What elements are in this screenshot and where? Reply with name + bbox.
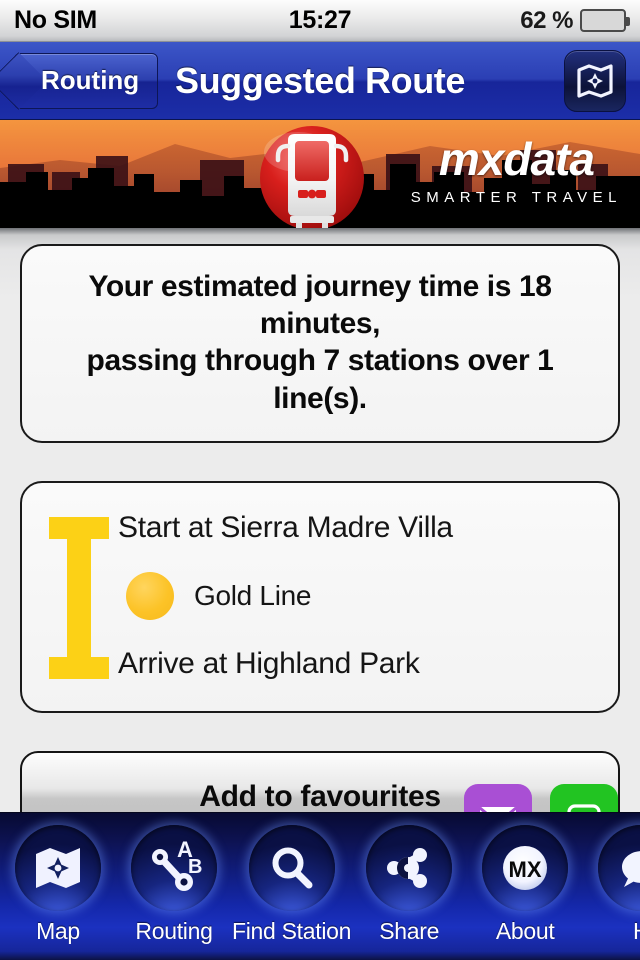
brand-banner: mxdata SMARTER TRAVEL (0, 120, 640, 228)
tab-share-icon-wrap (366, 825, 453, 911)
journey-summary-card: Your estimated journey time is 18 minute… (20, 244, 620, 443)
tab-help[interactable]: H (583, 813, 640, 945)
map-compass-icon (36, 848, 80, 888)
route-line-bar (49, 516, 109, 679)
tab-about-icon-wrap: MX (482, 825, 569, 911)
map-compass-icon (577, 63, 613, 98)
tram-front-icon (260, 126, 364, 228)
tab-map-icon-wrap (15, 825, 101, 911)
envelope-icon (479, 806, 517, 812)
tab-about-label: About (495, 918, 555, 944)
route-steps: Start at Sierra Madre Villa Gold Line Ar… (118, 509, 600, 685)
tab-share-label: Share (379, 918, 440, 944)
content-area: Your estimated journey time is 18 minute… (0, 228, 640, 812)
route-arrive-step: Arrive at Highland Park (118, 646, 420, 680)
mx-logo-icon: MX (503, 846, 548, 890)
svg-text:B: B (188, 856, 202, 878)
tab-about[interactable]: MX About (467, 813, 583, 945)
tab-help-icon-wrap (598, 825, 640, 911)
route-bar-column (40, 509, 118, 685)
message-icon (567, 804, 601, 812)
battery-indicator: 62 % (520, 6, 630, 35)
tab-find-station-icon-wrap (248, 825, 335, 911)
line-color-dot (126, 571, 174, 620)
tab-routing-icon-wrap: A B (131, 825, 217, 911)
tab-share[interactable]: Share (351, 813, 467, 945)
app-screen: No SIM 15:27 62 % Routing Suggested Rout… (0, 0, 640, 960)
speech-bubble-icon (622, 851, 640, 887)
status-bar: No SIM 15:27 62 % (0, 0, 640, 42)
nav-map-button[interactable] (564, 49, 626, 112)
tab-routing[interactable]: A B Routing (116, 813, 232, 945)
tab-map[interactable]: Map (0, 813, 116, 945)
battery-percent-label: 62 % (520, 6, 573, 34)
route-line-step: Gold Line (118, 571, 600, 620)
mxdata-wordmark: mxdata (438, 133, 595, 185)
battery-icon (580, 9, 630, 32)
tab-find-station[interactable]: Find Station (232, 813, 351, 945)
route-details-card: Start at Sierra Madre Villa Gold Line Ar… (20, 480, 620, 713)
mxdata-tagline: SMARTER TRAVEL (410, 189, 622, 206)
tab-find-station-label: Find Station (232, 918, 352, 944)
route-start-step: Start at Sierra Madre Villa (118, 510, 453, 544)
share-message-button[interactable] (550, 784, 618, 812)
line-name-label: Gold Line (194, 579, 312, 611)
navigation-bar: Routing Suggested Route (0, 42, 640, 120)
svg-text:MX: MX (509, 857, 542, 882)
share-nodes-icon (387, 848, 428, 888)
share-mail-button[interactable] (464, 784, 532, 812)
summary-line-1: Your estimated journey time is 18 minute… (88, 270, 552, 341)
mxdata-logo: mxdata SMARTER TRAVEL (411, 136, 622, 206)
magnifier-icon (272, 847, 313, 889)
back-button[interactable]: Routing (14, 52, 159, 109)
back-button-label: Routing (41, 65, 140, 95)
route-a-to-b-icon: A B (152, 837, 202, 891)
add-to-favourites-label: Add to favourites (199, 779, 441, 812)
summary-line-2: passing through 7 stations over 1 line(s… (86, 344, 554, 415)
tab-help-label: H (633, 918, 640, 945)
tab-map-label: Map (36, 918, 80, 944)
tab-bar: Map A B Routing Find Station Share MX Ab… (0, 812, 640, 960)
share-buttons-row (464, 784, 618, 812)
tab-routing-label: Routing (135, 918, 213, 944)
